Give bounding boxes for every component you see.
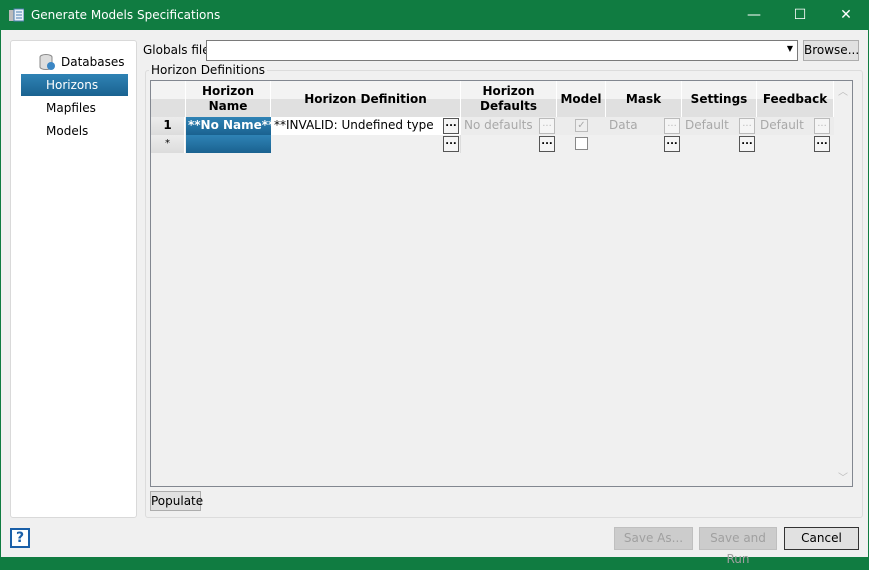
feedback-ellipsis-button[interactable]: ... [814, 136, 830, 152]
cell-name[interactable] [186, 135, 271, 153]
model-checkbox[interactable]: ✓ [575, 119, 588, 132]
save-as-button[interactable]: Save As... [614, 527, 693, 550]
vertical-scrollbar[interactable]: ︿ ﹀ [835, 81, 852, 486]
column-header-settings[interactable]: Settings [682, 81, 757, 117]
column-header-model[interactable]: Model [557, 81, 606, 117]
sidebar-item-models[interactable]: Models [21, 120, 128, 142]
save-and-run-button[interactable]: Save and Run [699, 527, 777, 566]
sidebar-item-databases[interactable]: Databases [21, 51, 128, 73]
sidebar-item-mapfiles[interactable]: Mapfiles [21, 97, 128, 119]
browse-button[interactable]: Browse... [803, 40, 859, 61]
column-header-definition[interactable]: Horizon Definition [271, 81, 461, 117]
cell-definition[interactable] [271, 135, 461, 153]
scroll-down-icon[interactable]: ﹀ [838, 469, 848, 484]
settings-ellipsis-button[interactable]: ... [739, 118, 755, 134]
mask-ellipsis-button[interactable]: ... [664, 136, 680, 152]
column-header-name[interactable]: Horizon Name [186, 81, 271, 117]
row-header[interactable]: 1 [151, 117, 185, 135]
cancel-button[interactable]: Cancel [784, 527, 859, 550]
defaults-ellipsis-button[interactable]: ... [539, 136, 555, 152]
column-header-feedback[interactable]: Feedback [757, 81, 834, 117]
sidebar: Databases Horizons Mapfiles Models [10, 40, 137, 518]
select-all-corner[interactable] [151, 81, 186, 117]
mask-ellipsis-button[interactable]: ... [664, 118, 680, 134]
dialog-body: Databases Horizons Mapfiles Models Globa… [1, 30, 868, 566]
sidebar-item-label: Databases [61, 55, 125, 69]
feedback-ellipsis-button[interactable]: ... [814, 118, 830, 134]
group-label: Horizon Definitions [149, 63, 268, 77]
settings-ellipsis-button[interactable]: ... [739, 136, 755, 152]
close-button[interactable]: ✕ [823, 0, 869, 30]
defaults-ellipsis-button[interactable]: ... [539, 118, 555, 134]
definition-ellipsis-button[interactable]: ... [443, 118, 459, 134]
populate-button[interactable]: Populate [150, 491, 203, 511]
cell-name[interactable]: **No Name** [186, 117, 271, 135]
window-title: Generate Models Specifications [31, 8, 221, 22]
horizon-grid: Horizon Name Horizon Definition Horizon … [150, 80, 853, 487]
row-header[interactable]: * [151, 135, 185, 153]
database-icon [39, 54, 55, 71]
help-button[interactable]: ? [10, 528, 30, 548]
scroll-up-icon[interactable]: ︿ [838, 83, 848, 98]
title-bar: Generate Models Specifications — ☐ ✕ [0, 0, 869, 30]
globals-file-label: Globals file [143, 43, 210, 57]
maximize-button[interactable]: ☐ [777, 0, 823, 30]
definition-ellipsis-button[interactable]: ... [443, 136, 459, 152]
column-header-defaults[interactable]: Horizon Defaults [461, 81, 557, 117]
sidebar-item-horizons[interactable]: Horizons [21, 74, 128, 96]
globals-file-combobox[interactable]: ▼ [206, 40, 798, 61]
cell-definition[interactable]: **INVALID: Undefined type [271, 117, 461, 135]
model-checkbox[interactable] [575, 137, 588, 150]
chevron-down-icon: ▼ [786, 44, 793, 53]
column-header-mask[interactable]: Mask [606, 81, 682, 117]
minimize-button[interactable]: — [731, 0, 777, 30]
app-icon [9, 8, 24, 22]
